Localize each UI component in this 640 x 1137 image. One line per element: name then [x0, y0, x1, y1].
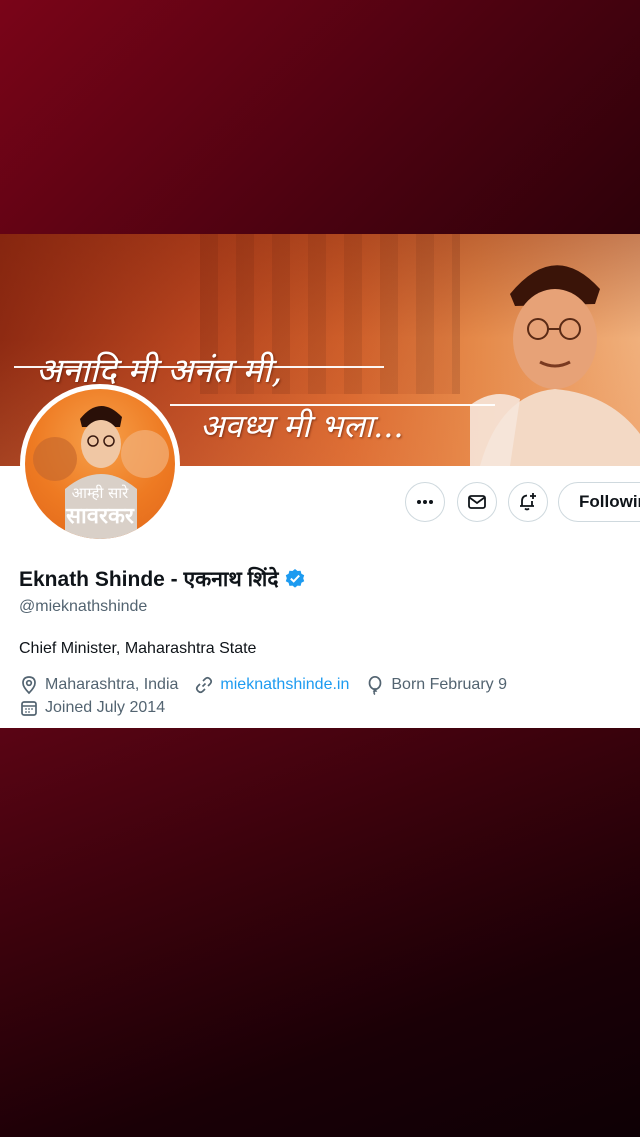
bell-plus-icon — [520, 493, 536, 511]
balloon-icon — [369, 675, 382, 695]
profile-meta-row-1: Maharashtra, India mieknathshinde.in Bor… — [19, 675, 523, 695]
banner-text-line2: अवध्य मी भला... — [200, 407, 404, 445]
banner-text-line1: अनादि मी अनंत मी, — [36, 351, 283, 391]
avatar[interactable]: आम्ही सारे सावरकर — [20, 384, 180, 544]
birthday-text: Born February 9 — [391, 676, 507, 693]
display-name: Eknath Shinde - एकनाथ शिंदे — [19, 568, 279, 591]
name-row: Eknath Shinde - एकनाथ शिंदे — [19, 565, 306, 593]
location-item: Maharashtra, India — [19, 675, 178, 695]
calendar-icon — [21, 701, 37, 716]
profile-meta-row-2: Joined July 2014 — [19, 698, 181, 718]
website-item[interactable]: mieknathshinde.in — [194, 675, 349, 695]
avatar-text-line2: सावरकर — [66, 504, 134, 529]
link-icon — [196, 676, 213, 694]
bio-text: Chief Minister, Maharashtra State — [19, 640, 257, 657]
location-text: Maharashtra, India — [45, 676, 179, 693]
more-button[interactable] — [405, 482, 445, 522]
following-button[interactable]: Following — [558, 482, 640, 522]
notifications-button[interactable] — [508, 482, 548, 522]
more-icon — [417, 500, 433, 504]
avatar-image: आम्ही सारे सावरकर — [25, 389, 175, 539]
birthday-item: Born February 9 — [365, 675, 507, 695]
verified-badge-icon[interactable] — [284, 568, 306, 590]
banner-portrait — [470, 265, 640, 466]
joined-item: Joined July 2014 — [19, 698, 165, 718]
website-link[interactable]: mieknathshinde.in — [220, 676, 349, 694]
location-pin-icon — [22, 676, 36, 695]
mail-icon — [468, 495, 486, 509]
user-handle: @mieknathshinde — [19, 598, 148, 615]
message-button[interactable] — [457, 482, 497, 522]
page-background-bottom — [0, 728, 640, 1137]
joined-text: Joined July 2014 — [45, 699, 166, 716]
profile-card: अनादि मी अनंत मी, अवध्य मी भला... आम्ही … — [0, 234, 640, 728]
